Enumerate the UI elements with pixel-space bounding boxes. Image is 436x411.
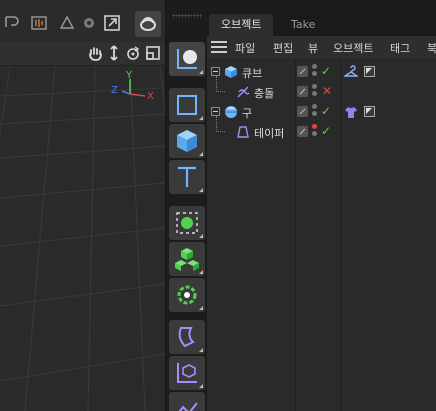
gear-icon[interactable] (80, 14, 98, 32)
axis-z-label: Z (111, 85, 118, 96)
null-object-icon (177, 49, 197, 69)
editor-visibility-icon[interactable] (297, 106, 308, 117)
move-arrows-icon[interactable] (106, 45, 122, 61)
viewport-panel[interactable]: Y X Z (0, 0, 165, 411)
cloner-sphere-icon (176, 212, 198, 234)
object-name[interactable]: 구 (242, 105, 252, 121)
material-tag-icon[interactable] (364, 106, 375, 117)
object-name[interactable]: 테이퍼 (254, 125, 284, 141)
taper-deformer-icon (237, 126, 249, 138)
effector-tool[interactable] (169, 278, 205, 312)
cube-icon (177, 130, 197, 152)
visibility-dots[interactable] (312, 104, 318, 120)
material-tag-icon[interactable] (364, 66, 375, 77)
menu-file[interactable]: 파일 (235, 40, 255, 56)
export-icon[interactable] (103, 14, 121, 32)
editor-visibility-icon[interactable] (297, 86, 308, 97)
visibility-dots[interactable] (312, 124, 318, 140)
object-tree: 큐브 ✓ 충돌 ✕ 구 ✓ 테이퍼 ✓ (207, 60, 436, 411)
torus-icon (140, 17, 156, 31)
object-manager-menubar: 파일 편집 뷰 오브젝트 태그 북 (207, 36, 436, 60)
spline-icon (178, 402, 198, 411)
collapse-toggle[interactable] (211, 67, 220, 76)
null-object-tool[interactable] (169, 42, 205, 76)
effector-icon (177, 285, 197, 305)
tab-take[interactable]: Take (279, 14, 327, 36)
object-name[interactable]: 충돌 (254, 85, 274, 101)
text-icon (178, 166, 196, 187)
object-manager-panel: 오브젝트 Take 파일 편집 뷰 오브젝트 태그 북 큐브 ✓ 충돌 ✕ 구 … (207, 14, 436, 411)
sphere-icon (225, 106, 237, 118)
menu-object[interactable]: 오브젝트 (333, 40, 373, 56)
editor-visibility-icon[interactable] (297, 126, 308, 137)
collision-deformer-icon (237, 86, 250, 98)
undo-icon[interactable] (2, 14, 20, 32)
hand-pan-icon[interactable] (87, 45, 103, 61)
generator-icon (177, 363, 197, 383)
hierarchy-line (216, 76, 225, 92)
menu-edit[interactable]: 편집 (273, 40, 293, 56)
tool-palette (165, 0, 207, 411)
enabled-check-icon[interactable]: ✓ (321, 124, 331, 138)
object-name[interactable]: 큐브 (242, 65, 262, 81)
deformer-bend-icon (178, 327, 195, 348)
hamburger-menu-icon[interactable] (211, 41, 227, 54)
maximize-icon[interactable] (145, 45, 161, 61)
axis-x-label: X (147, 91, 154, 102)
hierarchy-line (216, 116, 225, 132)
timeline-icon[interactable] (30, 14, 48, 32)
object-row-cube[interactable]: 큐브 ✓ (207, 62, 436, 82)
cloner-cubes-icon (175, 248, 199, 271)
recycle-icon[interactable] (58, 14, 76, 32)
cloner-tool[interactable] (169, 206, 205, 240)
menu-view[interactable]: 뷰 (308, 40, 318, 56)
viewport-nav-toolbar (0, 42, 165, 66)
editor-visibility-icon[interactable] (297, 66, 308, 77)
axis-gizmo: Y X Z (111, 70, 154, 102)
visibility-dots[interactable] (312, 64, 318, 80)
panel-tabbar: 오브젝트 Take (207, 14, 436, 36)
visibility-dots[interactable] (312, 84, 318, 100)
cube-tool[interactable] (169, 124, 205, 158)
rotate-icon[interactable] (125, 45, 141, 61)
cube-icon (225, 66, 237, 78)
disabled-cross-icon[interactable]: ✕ (322, 84, 332, 98)
hanger-tag-icon[interactable] (344, 65, 358, 79)
generator-tool[interactable] (169, 356, 205, 390)
shirt-tag-icon[interactable] (344, 105, 358, 119)
panel-drag-handle[interactable] (172, 14, 202, 18)
plane-icon (177, 95, 197, 115)
torus-button[interactable] (135, 11, 161, 37)
tab-objects[interactable]: 오브젝트 (209, 14, 274, 36)
spline-tool[interactable] (169, 392, 205, 411)
matrix-tool[interactable] (169, 242, 205, 276)
text-tool[interactable] (169, 160, 205, 194)
axis-y-label: Y (125, 70, 133, 81)
deformer-tool[interactable] (169, 320, 205, 354)
viewport-top-toolbar (0, 0, 165, 42)
object-row-collision[interactable]: 충돌 ✕ (207, 76, 436, 102)
object-row-sphere[interactable]: 구 ✓ (207, 102, 436, 122)
enabled-check-icon[interactable]: ✓ (321, 104, 331, 118)
menu-bookmark[interactable]: 북 (427, 40, 436, 56)
enabled-check-icon[interactable]: ✓ (321, 64, 331, 78)
collapse-toggle[interactable] (211, 107, 220, 116)
plane-tool[interactable] (169, 88, 205, 122)
object-row-taper[interactable]: 테이퍼 ✓ (207, 116, 436, 142)
viewport-grid[interactable] (0, 66, 165, 411)
menu-tag[interactable]: 태그 (390, 40, 410, 56)
